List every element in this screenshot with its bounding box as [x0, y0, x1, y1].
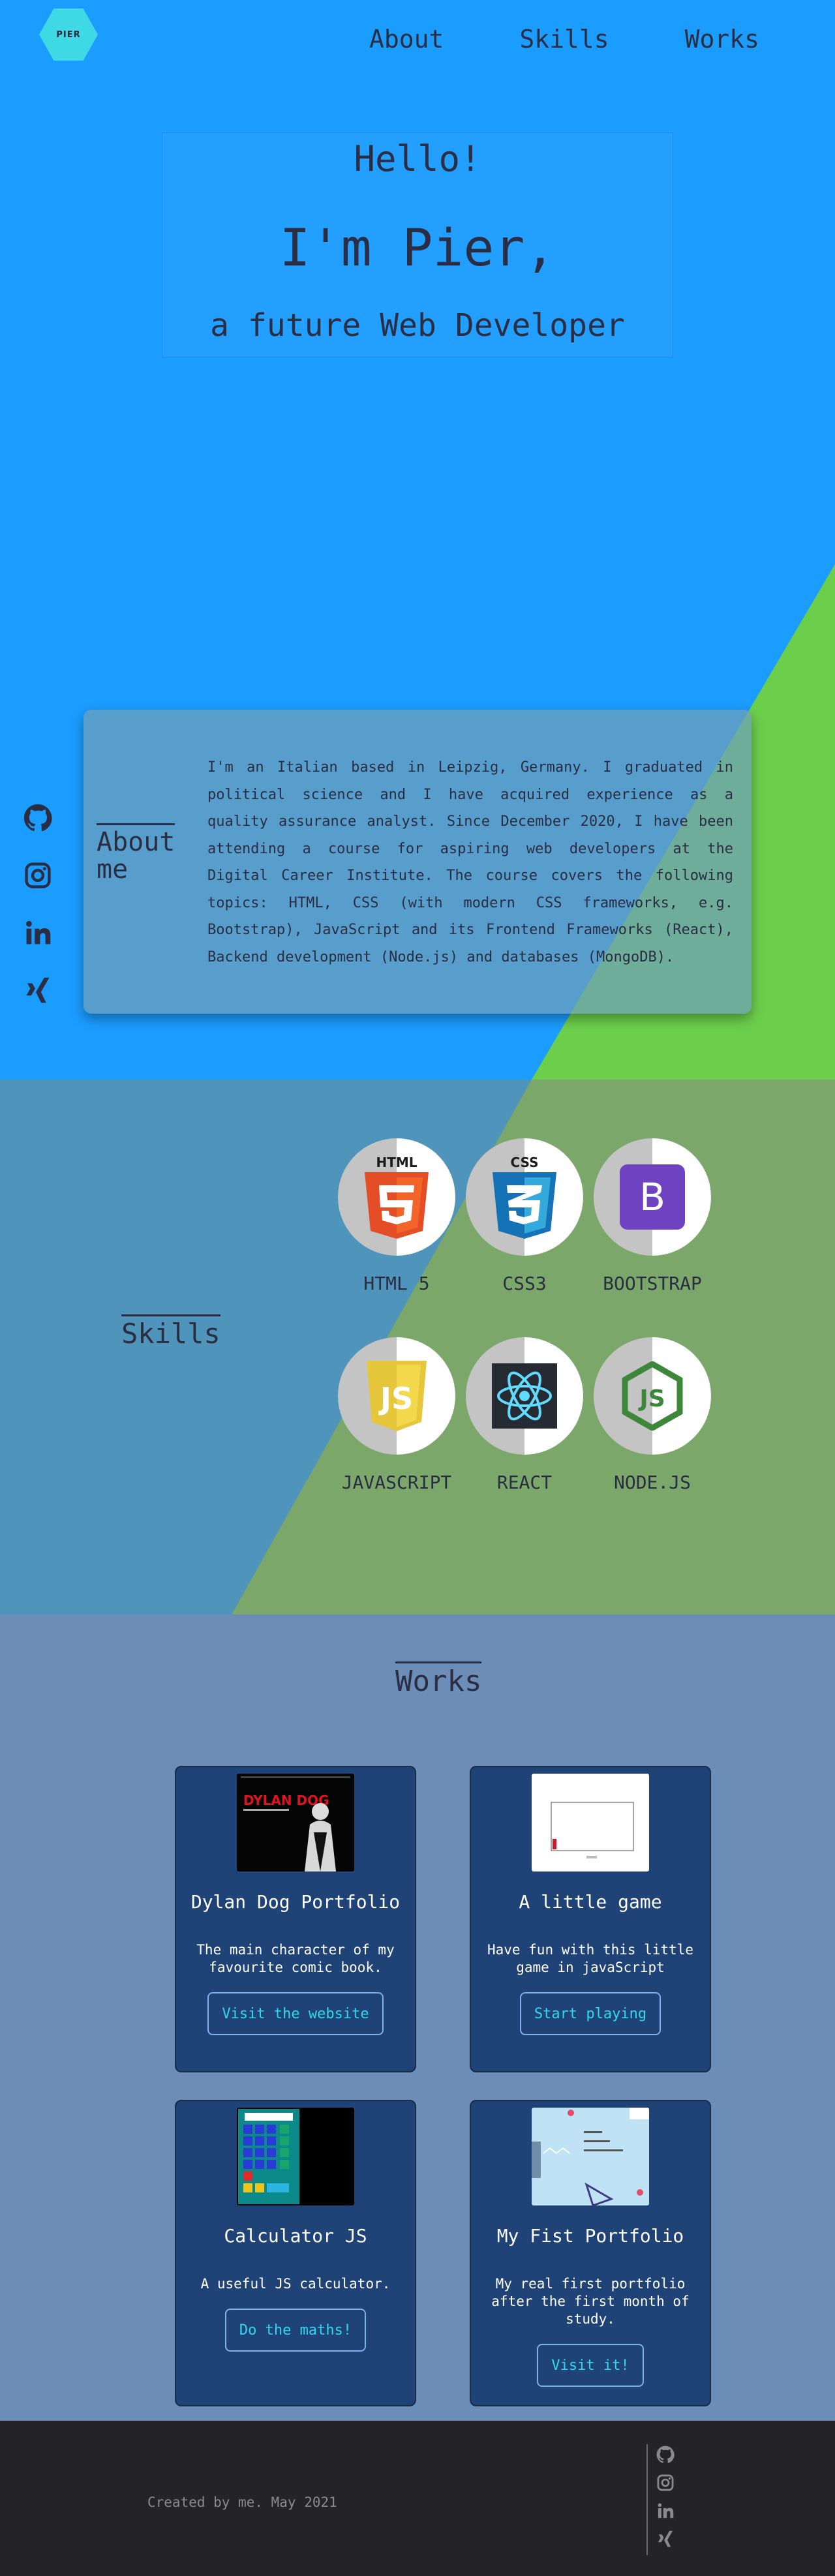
skill-html5: HTML HTML 5	[338, 1138, 455, 1294]
css3-icon: CSS	[493, 1155, 556, 1239]
work-description: Have fun with this little game in javaSc…	[487, 1942, 694, 1975]
dylan-dog-screenshot: DYLAN DOG	[237, 1774, 354, 1871]
work-thumbnail: DYLAN DOG	[237, 1774, 354, 1871]
html5-icon: HTML	[365, 1155, 429, 1239]
skill-react: REACT	[466, 1337, 583, 1493]
work-card: Calculator JS A useful JS calculator. Do…	[175, 2100, 416, 2406]
github-icon[interactable]	[23, 804, 52, 832]
start-playing-button[interactable]: Start playing	[519, 1992, 661, 2035]
work-thumbnail	[532, 1774, 649, 1871]
work-card: DYLAN DOG Dylan Dog Portfolio The main c…	[175, 1766, 416, 2072]
linkedin-icon[interactable]	[656, 2502, 675, 2520]
nav-link-about[interactable]: About	[369, 25, 444, 53]
svg-text:JS: JS	[637, 1386, 665, 1412]
skill-nodejs: JS NODE.JS	[594, 1337, 711, 1493]
work-description: The main character of my favourite comic…	[196, 1942, 395, 1975]
work-description: My real first portfolio after the first …	[491, 2276, 690, 2327]
work-title: Dylan Dog Portfolio	[190, 1891, 401, 1913]
about-title: About me	[97, 823, 175, 885]
react-icon	[492, 1363, 557, 1429]
visit-it-button[interactable]: Visit it!	[537, 2344, 644, 2387]
works-title: Works	[395, 1661, 482, 1698]
footer: Created by me. May 2021	[0, 2421, 835, 2576]
hero-subtitle: a future Web Developer	[210, 307, 625, 344]
skills-title: Skills	[121, 1314, 220, 1350]
top-nav: PIER About Skills Works	[0, 0, 835, 78]
skill-circle: JS	[338, 1337, 455, 1455]
work-thumbnail	[237, 2108, 354, 2205]
game-screenshot	[532, 1774, 649, 1871]
svg-text:B: B	[639, 1175, 665, 1219]
social-links	[23, 804, 55, 1033]
xing-icon[interactable]	[23, 976, 52, 1005]
footer-social-links	[656, 2446, 675, 2558]
work-card: My Fist Portfolio My real first portfoli…	[470, 2100, 711, 2406]
xing-icon[interactable]	[656, 2530, 675, 2548]
do-the-maths-button[interactable]: Do the maths!	[224, 2309, 367, 2352]
nodejs-icon: JS	[622, 1361, 683, 1431]
work-title: Calculator JS	[224, 2225, 367, 2247]
portfolio-screenshot	[532, 2108, 649, 2205]
nav-link-skills[interactable]: Skills	[519, 25, 609, 53]
footer-text: Created by me. May 2021	[147, 2494, 337, 2510]
calculator-screenshot	[237, 2108, 354, 2205]
skill-circle: HTML	[338, 1138, 455, 1256]
nav-link-works[interactable]: Works	[685, 25, 759, 53]
about-card: About me I'm an Italian based in Leipzig…	[84, 710, 752, 1014]
instagram-icon[interactable]	[23, 861, 52, 890]
instagram-icon[interactable]	[656, 2474, 675, 2492]
skill-bootstrap: B BOOTSTRAP	[594, 1138, 711, 1294]
javascript-icon: JS	[367, 1361, 427, 1431]
svg-text:HTML: HTML	[376, 1155, 417, 1170]
bootstrap-icon: B	[620, 1164, 685, 1230]
skill-label: BOOTSTRAP	[603, 1273, 702, 1294]
hero-greeting: Hello!	[354, 138, 481, 179]
work-thumbnail	[532, 2108, 649, 2205]
works-section: Works DYLAN DOG Dylan Dog Portfolio The …	[0, 1614, 835, 2421]
skill-css3: CSS CSS3	[466, 1138, 583, 1294]
svg-text:JS: JS	[378, 1381, 413, 1416]
work-title: My Fist Portfolio	[496, 2225, 684, 2247]
skill-circle	[466, 1337, 583, 1455]
hero-name: I'm Pier,	[279, 219, 556, 278]
hero-box: Hello! I'm Pier, a future Web Developer	[162, 132, 673, 357]
work-card: A little game Have fun with this little …	[470, 1766, 711, 2072]
work-description: A useful JS calculator.	[200, 2276, 391, 2292]
visit-website-button[interactable]: Visit the website	[207, 1992, 384, 2035]
skill-circle: CSS	[466, 1138, 583, 1256]
github-icon[interactable]	[656, 2446, 675, 2464]
nav-links: About Skills Works	[369, 25, 835, 53]
work-title: A little game	[519, 1891, 662, 1913]
skill-label: NODE.JS	[613, 1472, 691, 1493]
skill-javascript: JS JAVASCRIPT	[338, 1337, 455, 1493]
footer-divider	[646, 2444, 648, 2555]
skills-section: Skills HTML HTML 5 CSS CSS3 B BOOTSTRAP …	[0, 1080, 835, 1614]
skill-circle: JS	[594, 1337, 711, 1455]
hero-section: PIER About Skills Works Hello! I'm Pier,…	[0, 0, 835, 1080]
linkedin-icon[interactable]	[23, 918, 52, 947]
svg-text:CSS: CSS	[511, 1155, 539, 1170]
about-text: I'm an Italian based in Leipzig, Germany…	[207, 759, 733, 965]
logo[interactable]: PIER	[39, 8, 98, 61]
skill-circle: B	[594, 1138, 711, 1256]
